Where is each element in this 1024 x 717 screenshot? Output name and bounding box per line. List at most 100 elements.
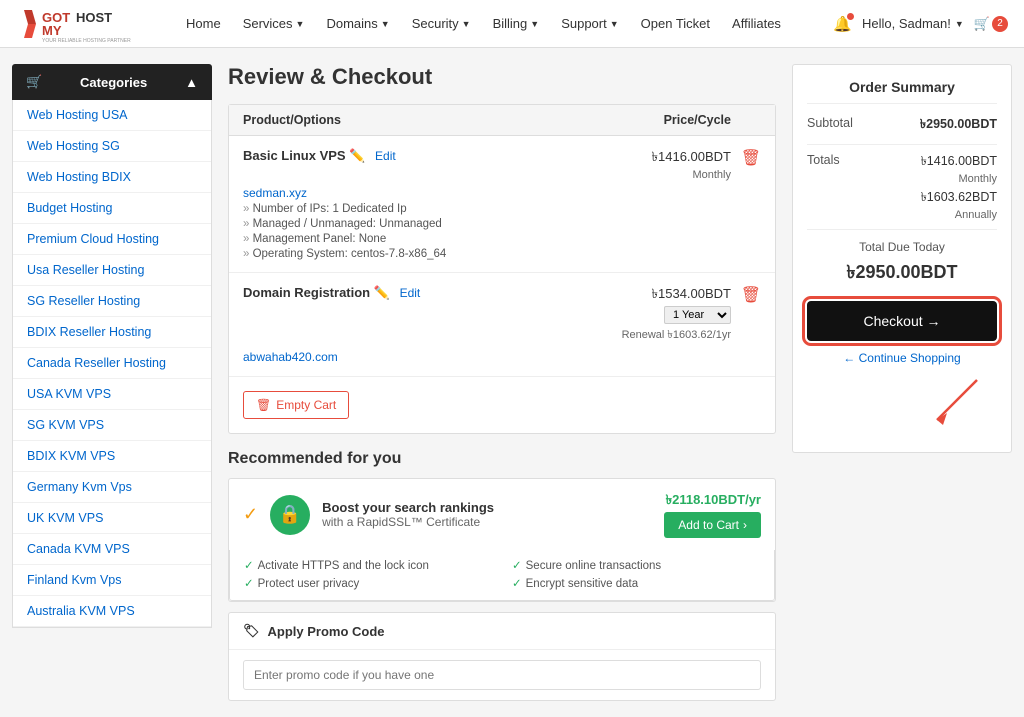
totals-values: ৳1416.00BDT Monthly ৳1603.62BDT Annually — [921, 153, 997, 221]
sidebar-item-usa-reseller[interactable]: Usa Reseller Hosting — [13, 255, 211, 286]
totals-row: Totals ৳1416.00BDT Monthly ৳1603.62BDT A… — [807, 153, 997, 221]
ssl-price-area: ৳2118.10BDT/yr Add to Cart › — [664, 491, 761, 538]
svg-text:HOST: HOST — [76, 10, 112, 25]
sidebar-item-web-hosting-usa[interactable]: Web Hosting USA — [13, 100, 211, 131]
ssl-lock-icon: 🔒 — [270, 495, 310, 535]
ssl-feature-2: ✓Secure online transactions — [512, 558, 760, 572]
red-arrow-icon — [917, 375, 997, 435]
nav-right: 🔔 Hello, Sadman! ▼ 🛒 2 — [833, 15, 1008, 33]
sidebar-item-premium-cloud[interactable]: Premium Cloud Hosting — [13, 224, 211, 255]
domain-renewal: Renewal ৳1603.62/1yr — [551, 326, 731, 345]
cart-table: Product/Options Price/Cycle Basic Linux … — [228, 104, 776, 434]
domain-delete-button[interactable]: 🗑 — [731, 285, 761, 305]
summary-box: Order Summary Subtotal ৳2950.00BDT Total… — [792, 64, 1012, 453]
user-menu[interactable]: Hello, Sadman! ▼ — [862, 16, 964, 31]
sidebar-item-australia-kvm[interactable]: Australia KVM VPS — [13, 596, 211, 627]
checkout-button[interactable]: Checkout → — [807, 301, 997, 341]
nav-domains[interactable]: Domains ▼ — [316, 10, 399, 37]
continue-shopping-link[interactable]: ← Continue Shopping — [807, 351, 997, 365]
cart-item-vps-name: Basic Linux VPS ✏️ Edit — [243, 148, 551, 164]
main-content: Review & Checkout Product/Options Price/… — [228, 64, 776, 701]
tag-icon: 🏷 — [243, 623, 260, 639]
cart-icon-wrapper[interactable]: 🛒 2 — [974, 16, 1008, 32]
sidebar-item-usa-kvm[interactable]: USA KVM VPS — [13, 379, 211, 410]
subtotal-label: Subtotal — [807, 116, 853, 136]
summary-divider — [807, 144, 997, 145]
notification-bell-icon[interactable]: 🔔 — [833, 15, 852, 33]
cart-badge: 2 — [992, 16, 1008, 32]
cart-item-vps: Basic Linux VPS ✏️ Edit ৳1416.00BDT Mont… — [229, 136, 775, 273]
promo-header[interactable]: 🏷 Apply Promo Code — [229, 613, 775, 650]
cart-sidebar-icon: 🛒 — [26, 74, 42, 90]
page-wrapper: 🛒 Categories ▲ Web Hosting USA Web Hosti… — [0, 48, 1024, 717]
ssl-feature-3: ✓Encrypt sensitive data — [512, 576, 760, 590]
sidebar-item-bdix-reseller[interactable]: BDIX Reseller Hosting — [13, 317, 211, 348]
domain-edit-link[interactable]: Edit — [400, 286, 421, 300]
vps-detail-1: Managed / Unmanaged: Unmanaged — [243, 218, 761, 230]
cart-item-domain: Domain Registration ✏️ Edit ৳1534.00BDT … — [229, 273, 775, 377]
nav-services[interactable]: Services ▼ — [233, 10, 315, 37]
sidebar-item-germany-kvm[interactable]: Germany Kvm Vps — [13, 472, 211, 503]
ssl-card-title: Boost your search rankings — [322, 500, 652, 515]
totals-label: Totals — [807, 153, 840, 221]
ssl-text: Boost your search rankings with a RapidS… — [322, 500, 652, 529]
ssl-price: ৳2118.10BDT/yr — [664, 491, 761, 512]
cart-table-header: Product/Options Price/Cycle — [229, 105, 775, 136]
arrow-right-icon: › — [743, 518, 747, 532]
domain-year-select[interactable]: 1 Year 2 Years — [664, 306, 731, 324]
cart-item-domain-name: Domain Registration ✏️ Edit — [243, 285, 551, 301]
cart-item-domain-price: ৳1534.00BDT 1 Year 2 Years Renewal ৳1603… — [551, 285, 731, 345]
promo-section: 🏷 Apply Promo Code — [228, 612, 776, 701]
domain-name-link[interactable]: abwahab420.com — [243, 350, 338, 364]
nav-affiliates[interactable]: Affiliates — [722, 10, 791, 37]
domain-cycle: 1 Year 2 Years — [551, 306, 731, 324]
sidebar-item-finland-kvm[interactable]: Finland Kvm Vps — [13, 565, 211, 596]
cart-item-vps-price: ৳1416.00BDT Monthly — [551, 148, 731, 181]
recommend-checkmark-icon: ✓ — [243, 504, 258, 525]
ssl-features: ✓Activate HTTPS and the lock icon ✓Secur… — [229, 550, 775, 601]
sidebar-item-budget-hosting[interactable]: Budget Hosting — [13, 193, 211, 224]
sidebar-item-canada-reseller[interactable]: Canada Reseller Hosting — [13, 348, 211, 379]
pencil-icon-domain: ✏️ — [374, 285, 390, 300]
sidebar-item-canada-kvm[interactable]: Canada KVM VPS — [13, 534, 211, 565]
vps-detail-3: Operating System: centos-7.8-x86_64 — [243, 248, 761, 260]
col-price-header: Price/Cycle — [551, 113, 731, 127]
user-greeting: Hello, Sadman! — [862, 16, 951, 31]
nav-support[interactable]: Support ▼ — [551, 10, 628, 37]
sidebar-title: Categories — [80, 75, 147, 90]
totals-monthly-value: ৳1416.00BDT — [921, 153, 997, 173]
sidebar-item-sg-kvm[interactable]: SG KVM VPS — [13, 410, 211, 441]
trash-icon: 🗑 — [256, 398, 271, 412]
sidebar-item-web-hosting-sg[interactable]: Web Hosting SG — [13, 131, 211, 162]
promo-input-area — [229, 650, 775, 700]
sidebar-item-bdix-kvm[interactable]: BDIX KVM VPS — [13, 441, 211, 472]
ssl-feature-1: ✓Protect user privacy — [244, 576, 492, 590]
user-dropdown-icon: ▼ — [955, 19, 964, 29]
summary-title: Order Summary — [807, 79, 997, 104]
sidebar-item-uk-kvm[interactable]: UK KVM VPS — [13, 503, 211, 534]
arrow-annotation — [807, 375, 997, 438]
empty-cart-button[interactable]: 🗑 Empty Cart — [243, 391, 349, 419]
subtotal-row: Subtotal ৳2950.00BDT — [807, 116, 997, 136]
total-due-price: ৳2950.00BDT — [807, 258, 997, 289]
vps-detail-2: Management Panel: None — [243, 233, 761, 245]
ssl-recommend-card: ✓ 🔒 Boost your search rankings with a Ra… — [228, 478, 776, 602]
svg-text:YOUR RELIABLE HOSTING PARTNER: YOUR RELIABLE HOSTING PARTNER — [42, 38, 131, 42]
sidebar: 🛒 Categories ▲ Web Hosting USA Web Hosti… — [12, 64, 212, 701]
vps-domain[interactable]: sedman.xyz — [243, 186, 307, 200]
promo-code-input[interactable] — [243, 660, 761, 690]
sidebar-item-web-hosting-bdix[interactable]: Web Hosting BDIX — [13, 162, 211, 193]
nav-security[interactable]: Security ▼ — [402, 10, 481, 37]
vps-delete-button[interactable]: 🗑 — [731, 148, 761, 168]
brand-logo[interactable]: GOT MY HOST YOUR RELIABLE HOSTING PARTNE… — [16, 6, 156, 42]
vps-edit-link[interactable]: Edit — [375, 149, 396, 163]
nav-home[interactable]: Home — [176, 10, 231, 37]
sidebar-collapse-icon[interactable]: ▲ — [185, 75, 198, 90]
nav-links: Home Services ▼ Domains ▼ Security ▼ Bil… — [176, 10, 829, 37]
sidebar-item-sg-reseller[interactable]: SG Reseller Hosting — [13, 286, 211, 317]
recommended-title: Recommended for you — [228, 450, 776, 468]
nav-billing[interactable]: Billing ▼ — [483, 10, 550, 37]
ssl-add-to-cart-button[interactable]: Add to Cart › — [664, 512, 761, 538]
navbar: GOT MY HOST YOUR RELIABLE HOSTING PARTNE… — [0, 0, 1024, 48]
nav-open-ticket[interactable]: Open Ticket — [631, 10, 720, 37]
